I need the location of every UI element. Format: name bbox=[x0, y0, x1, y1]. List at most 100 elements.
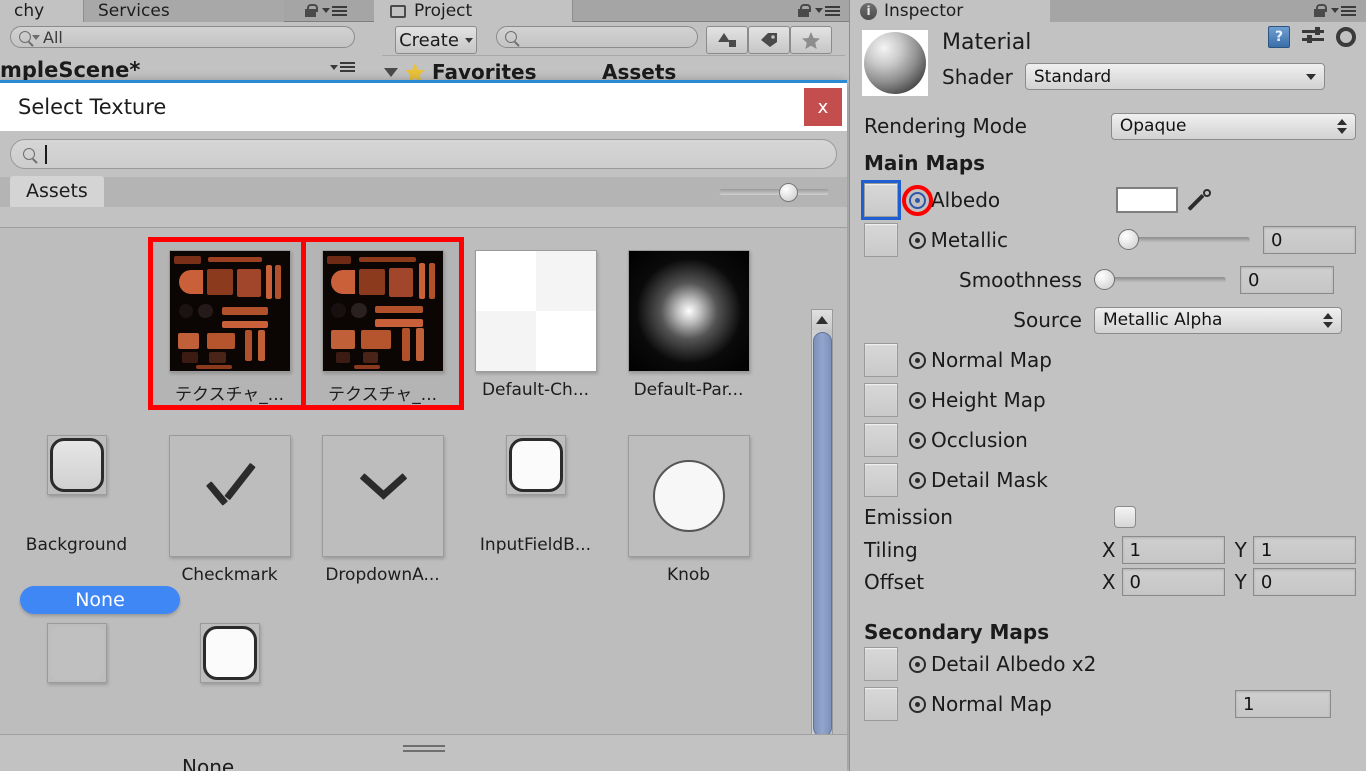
offset-y-field[interactable]: 0 bbox=[1252, 568, 1357, 596]
hierarchy-context-menu-icon[interactable] bbox=[330, 62, 355, 72]
inspector-lock-icon[interactable] bbox=[1314, 4, 1327, 17]
dialog-footer: None bbox=[0, 734, 847, 771]
metallic-texture-slot[interactable] bbox=[864, 223, 898, 257]
preset-icon[interactable] bbox=[1302, 27, 1324, 47]
offset-x-value: 0 bbox=[1129, 571, 1141, 593]
albedo-object-picker-icon[interactable] bbox=[902, 184, 933, 216]
albedo-texture-slot[interactable] bbox=[861, 180, 901, 220]
emission-checkbox[interactable] bbox=[1114, 506, 1136, 528]
help-icon[interactable]: ? bbox=[1268, 26, 1290, 48]
gear-icon[interactable] bbox=[1336, 27, 1356, 47]
occlusion-texture-slot[interactable] bbox=[864, 423, 898, 457]
metallic-value-field[interactable]: 0 bbox=[1262, 226, 1357, 254]
detail-albedo-row: Detail Albedo x2 bbox=[864, 644, 1356, 684]
search-filter-caret-icon bbox=[32, 34, 40, 40]
grid-item-default-particle[interactable]: Default-Par... bbox=[612, 242, 765, 405]
project-lock-icon[interactable] bbox=[798, 4, 811, 17]
inspector-menu-icon[interactable] bbox=[1331, 5, 1356, 16]
grid-item-knob[interactable]: Knob bbox=[612, 427, 765, 585]
tab-services-label: Services bbox=[98, 1, 170, 21]
favorites-button[interactable] bbox=[790, 26, 832, 54]
tab-hierarchy[interactable]: chy bbox=[0, 0, 84, 22]
metallic-object-picker-icon[interactable] bbox=[908, 231, 926, 249]
texture-grid-scrollbar[interactable] bbox=[811, 309, 833, 771]
detail-albedo-object-picker-icon[interactable] bbox=[909, 655, 926, 673]
ui-sprite-white-thumbnail bbox=[199, 623, 260, 683]
texture-2-thumbnail bbox=[321, 250, 444, 372]
filter-by-type-button[interactable] bbox=[706, 26, 748, 54]
texture-search-input[interactable] bbox=[10, 139, 837, 169]
albedo-color-field[interactable] bbox=[1116, 187, 1178, 213]
detail-albedo-texture-slot[interactable] bbox=[864, 647, 898, 681]
grid-row: テクスチャ_... テクスチャ_... Default-Ch... Defaul… bbox=[0, 242, 812, 405]
smoothness-value-field[interactable]: 0 bbox=[1240, 266, 1334, 294]
tab-project-label: Project bbox=[414, 1, 473, 21]
grid-item-texture-1[interactable]: テクスチャ_... bbox=[153, 242, 306, 405]
close-button[interactable]: x bbox=[804, 88, 842, 126]
shader-dropdown-value: Standard bbox=[1033, 66, 1112, 87]
metallic-slider-knob[interactable] bbox=[1118, 229, 1140, 250]
inspector-panel-tools bbox=[1314, 4, 1356, 17]
tiling-x-value: 1 bbox=[1129, 539, 1141, 561]
project-search-input[interactable] bbox=[496, 26, 698, 48]
lock-icon[interactable] bbox=[305, 4, 318, 17]
rendering-mode-dropdown[interactable]: Opaque bbox=[1110, 112, 1356, 140]
tiling-y-field[interactable]: 1 bbox=[1252, 536, 1357, 564]
tab-assets[interactable]: Assets bbox=[10, 176, 104, 207]
tag-icon bbox=[761, 33, 777, 47]
zoom-slider-knob[interactable] bbox=[779, 183, 798, 202]
thumbnail-zoom-slider[interactable] bbox=[719, 183, 829, 202]
smoothness-slider-knob[interactable] bbox=[1094, 269, 1115, 290]
detail-mask-texture-slot[interactable] bbox=[864, 463, 898, 497]
grid-item-background[interactable]: Background bbox=[0, 427, 153, 585]
occlusion-label: Occlusion bbox=[931, 428, 1028, 452]
secondary-normal-map-row: Normal Map 1 bbox=[864, 684, 1356, 724]
normal-map-texture-slot[interactable] bbox=[864, 343, 898, 377]
grid-item-input-field-background[interactable]: InputFieldB... bbox=[459, 427, 612, 585]
smoothness-row: Smoothness 0 bbox=[864, 260, 1356, 300]
checker-texture-art bbox=[475, 251, 596, 371]
tab-services[interactable]: Services bbox=[84, 0, 284, 22]
filter-by-label-button[interactable] bbox=[748, 26, 790, 54]
tiling-x-axis-label: X bbox=[1101, 538, 1116, 562]
tab-project[interactable]: Project bbox=[376, 0, 573, 22]
grid-item-texture-2[interactable]: テクスチャ_... bbox=[306, 242, 459, 405]
height-map-texture-slot[interactable] bbox=[864, 383, 898, 417]
panel-menu-icon[interactable] bbox=[322, 5, 347, 16]
grid-item-default-checker[interactable]: Default-Ch... bbox=[459, 242, 612, 405]
none-option-label: None bbox=[75, 589, 125, 611]
create-button[interactable]: Create bbox=[395, 26, 477, 54]
grid-item-dropdown-arrow[interactable]: DropdownA... bbox=[306, 427, 459, 585]
source-row: Source Metallic Alpha bbox=[864, 300, 1356, 340]
chevron-down-icon bbox=[464, 37, 473, 43]
offset-x-field[interactable]: 0 bbox=[1121, 568, 1225, 596]
checkmark-art bbox=[200, 476, 260, 516]
material-properties: Rendering Mode Opaque Main Maps Albedo M… bbox=[850, 100, 1366, 724]
source-dropdown[interactable]: Metallic Alpha bbox=[1094, 306, 1342, 334]
metallic-slider[interactable] bbox=[1118, 229, 1251, 251]
tiling-x-field[interactable]: 1 bbox=[1121, 536, 1225, 564]
secondary-normal-map-value-field[interactable]: 1 bbox=[1235, 690, 1331, 718]
grid-item-checkmark[interactable]: Checkmark bbox=[153, 427, 306, 585]
grid-item-ui-sprite-blank[interactable] bbox=[0, 615, 153, 691]
height-map-object-picker-icon[interactable] bbox=[909, 391, 926, 409]
tab-inspector[interactable]: i Inspector bbox=[850, 0, 1050, 22]
detail-mask-object-picker-icon[interactable] bbox=[909, 471, 926, 489]
grid-item-ui-sprite-white[interactable] bbox=[153, 615, 306, 691]
eyedropper-icon[interactable] bbox=[1187, 188, 1212, 212]
tiling-label: Tiling bbox=[864, 538, 918, 562]
scrollbar-thumb[interactable] bbox=[813, 332, 832, 737]
none-option-button[interactable]: None bbox=[20, 586, 180, 614]
shader-dropdown[interactable]: Standard bbox=[1024, 63, 1325, 90]
hierarchy-search-input[interactable]: All bbox=[10, 26, 355, 48]
project-menu-icon[interactable] bbox=[815, 5, 840, 16]
metallic-value: 0 bbox=[1270, 229, 1283, 251]
secondary-normal-map-object-picker-icon[interactable] bbox=[909, 695, 926, 713]
normal-map-object-picker-icon[interactable] bbox=[909, 351, 926, 369]
resize-grip[interactable] bbox=[402, 745, 445, 755]
texture-grid-area[interactable]: テクスチャ_... テクスチャ_... Default-Ch... Defaul… bbox=[0, 227, 847, 771]
occlusion-object-picker-icon[interactable] bbox=[909, 431, 926, 449]
scroll-up-button[interactable] bbox=[812, 310, 832, 330]
secondary-normal-map-texture-slot[interactable] bbox=[864, 687, 898, 721]
smoothness-slider[interactable] bbox=[1094, 269, 1226, 291]
